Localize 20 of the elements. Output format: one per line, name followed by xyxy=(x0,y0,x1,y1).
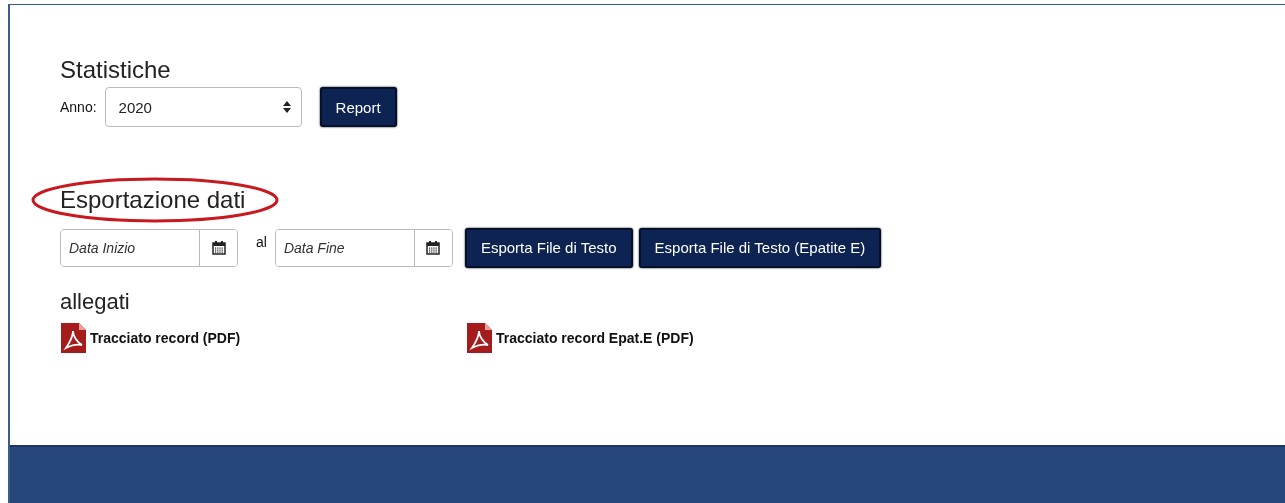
calendar-button[interactable] xyxy=(413,229,452,266)
calendar-icon xyxy=(426,240,441,255)
section-heading: Esportazione dati xyxy=(60,187,246,214)
separator-label: al xyxy=(256,233,267,250)
pdf-link[interactable]: Tracciato record Epat.E (PDF) xyxy=(466,321,872,354)
sort-caret-icon xyxy=(282,101,291,114)
section-heading: allegati xyxy=(60,289,130,314)
pdf-link[interactable]: Tracciato record (PDF) xyxy=(60,321,466,354)
calendar-button[interactable] xyxy=(199,229,237,266)
year-label: Anno: xyxy=(60,99,97,116)
pdf-file-icon xyxy=(60,321,87,354)
section-heading: Statistiche xyxy=(60,57,171,84)
end-date-field[interactable]: Data Fine xyxy=(274,228,453,267)
year-select[interactable]: 2020 xyxy=(104,87,302,128)
report-button[interactable]: Report xyxy=(319,87,397,128)
export-button[interactable]: Esporta File di Testo xyxy=(464,227,633,268)
export-button[interactable]: Esporta File di Testo (Epatite E) xyxy=(638,227,882,268)
start-date-field[interactable]: Data Inizio xyxy=(60,228,238,267)
pdf-file-icon xyxy=(466,321,493,354)
calendar-icon xyxy=(211,240,226,255)
